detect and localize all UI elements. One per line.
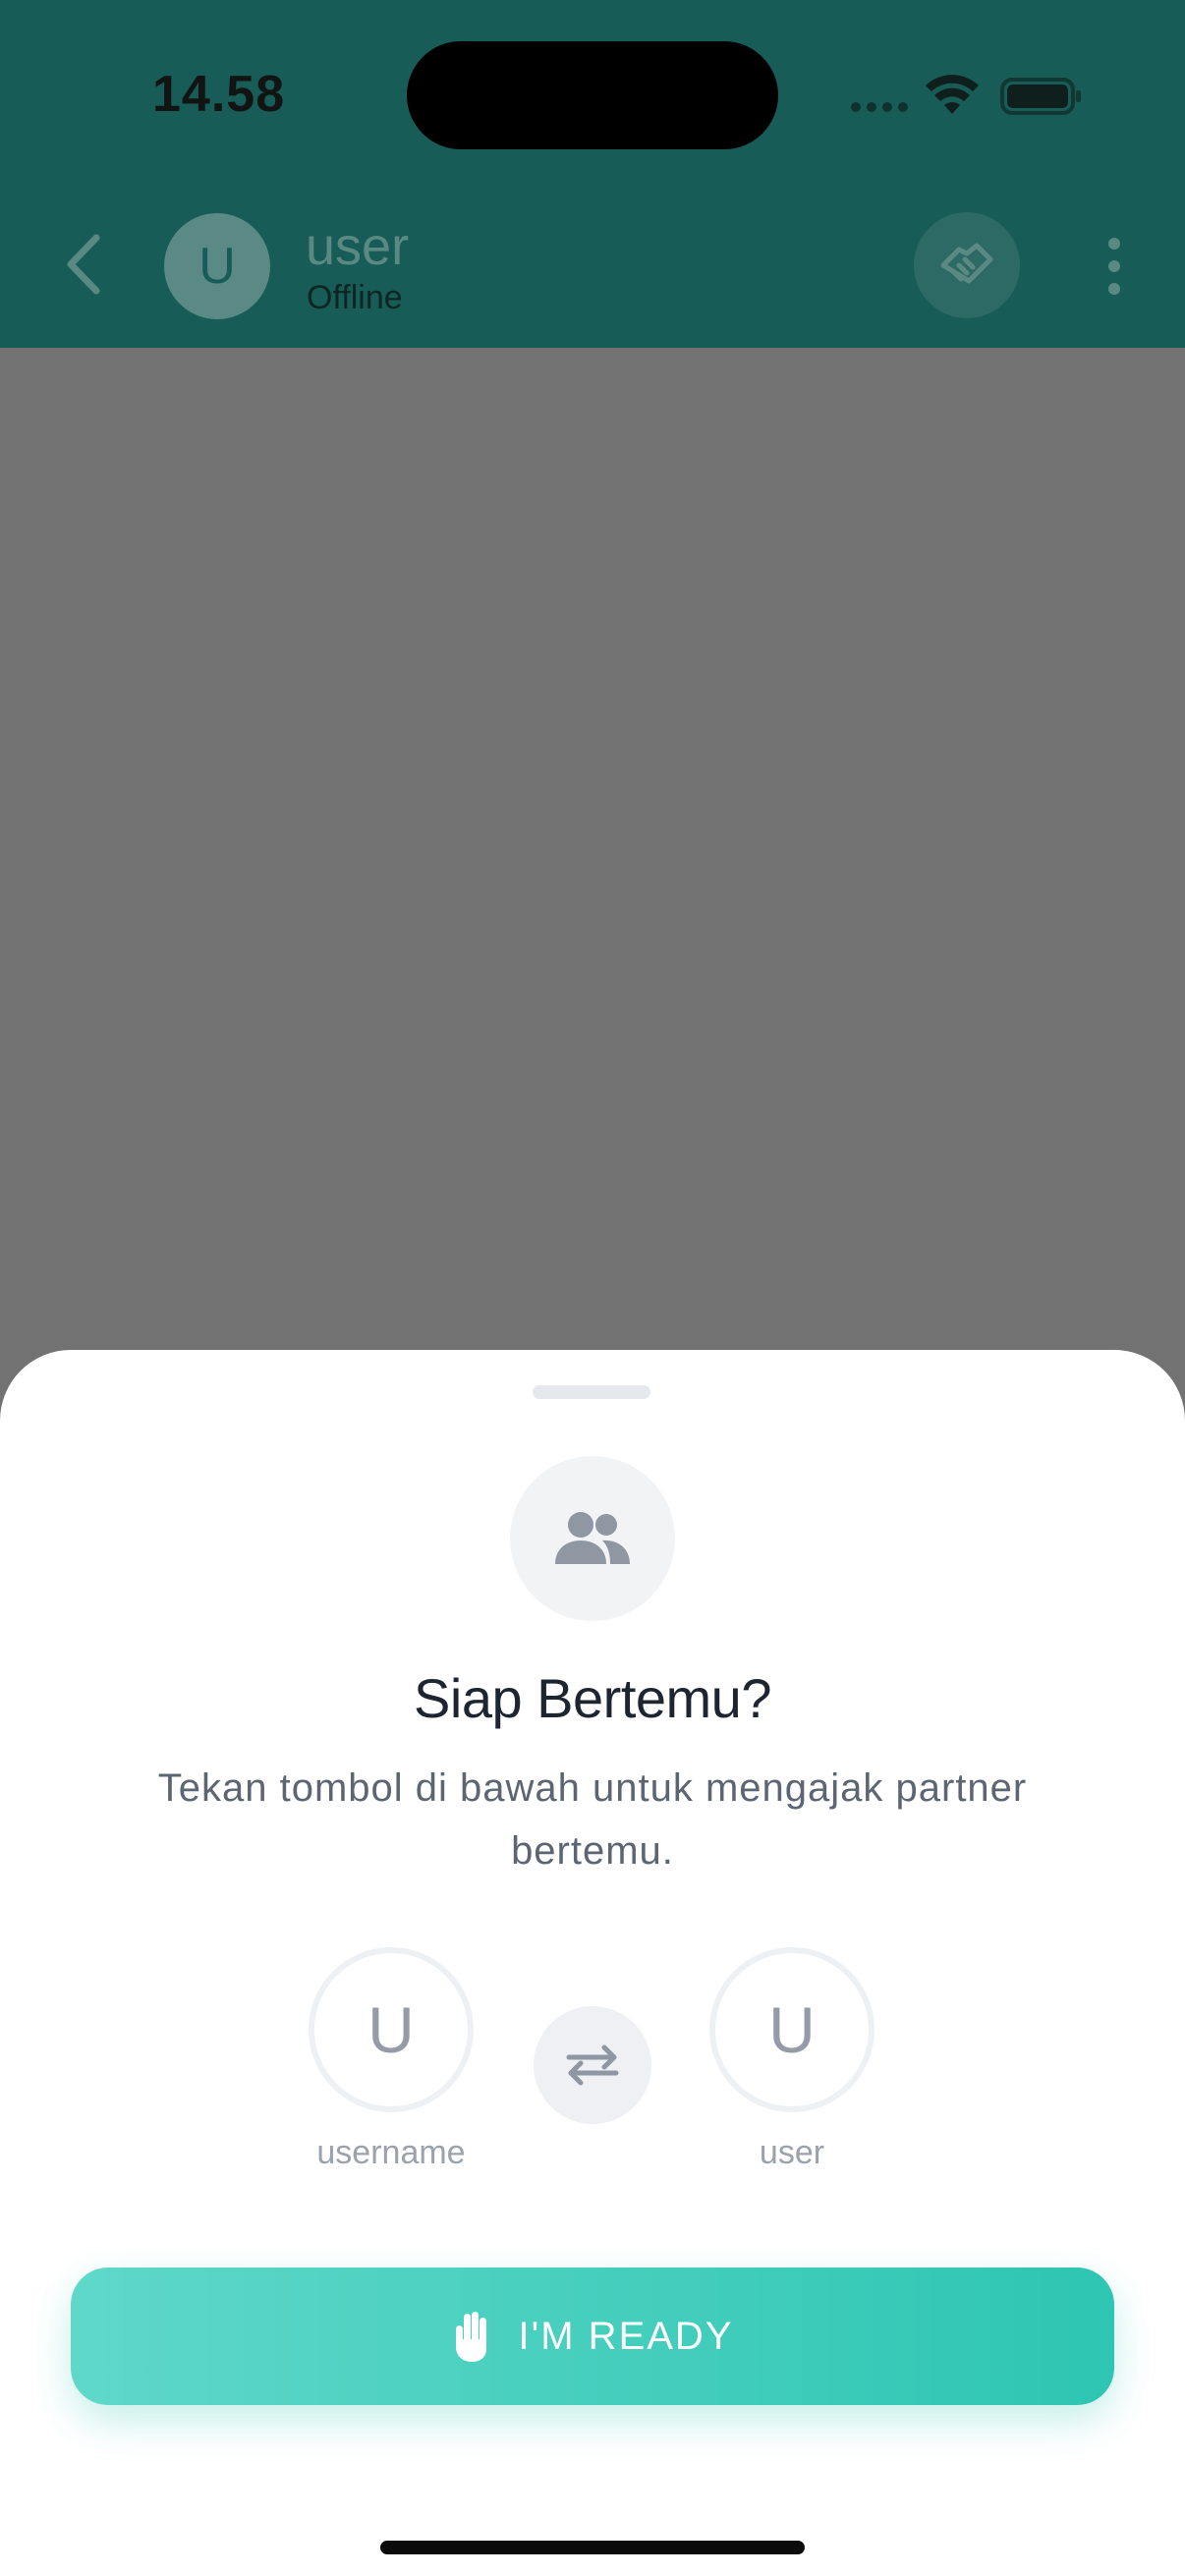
swap-badge (534, 2006, 651, 2124)
meet-button[interactable] (914, 212, 1020, 318)
chat-partner-status: Offline (307, 279, 403, 316)
hand-icon (455, 2312, 486, 2362)
cellular-signal-icon (851, 102, 908, 112)
sheet-title: Siap Bertemu? (414, 1667, 771, 1729)
participant-name: username (316, 2134, 466, 2171)
participant-partner: U user (684, 1947, 900, 2172)
wifi-icon (926, 75, 979, 114)
swap-arrows-icon (566, 2044, 619, 2086)
more-vertical-icon[interactable] (1097, 236, 1132, 297)
sheet-grabber[interactable] (533, 1385, 650, 1399)
handshake-icon (940, 243, 993, 284)
screen: 14.58 U user Offline Siap Bertemu? Tekan… (0, 0, 1185, 2576)
people-badge (510, 1456, 675, 1621)
back-chevron-icon[interactable] (57, 230, 108, 299)
status-time: 14.58 (152, 66, 286, 123)
participant-avatar: U (309, 1947, 474, 2112)
chat-header: 14.58 U user Offline (0, 0, 1185, 348)
im-ready-button[interactable]: I'M READY (71, 2268, 1114, 2405)
home-indicator[interactable] (380, 2541, 805, 2554)
battery-icon (1000, 78, 1081, 115)
people-icon (555, 1512, 630, 1564)
participant-initial: U (367, 1993, 415, 2066)
participant-name: user (759, 2134, 825, 2171)
avatar[interactable]: U (164, 213, 270, 319)
ready-bottom-sheet: Siap Bertemu? Tekan tombol di bawah untu… (0, 1350, 1185, 2576)
dynamic-island (407, 41, 778, 149)
im-ready-label: I'M READY (518, 2314, 734, 2358)
participant-avatar: U (709, 1947, 875, 2112)
participant-self: U username (283, 1947, 499, 2172)
participant-initial: U (768, 1993, 816, 2066)
chat-partner-name: user (306, 217, 410, 276)
avatar-initial: U (198, 238, 236, 295)
sheet-description: Tekan tombol di bawah untuk mengajak par… (157, 1766, 1028, 1873)
